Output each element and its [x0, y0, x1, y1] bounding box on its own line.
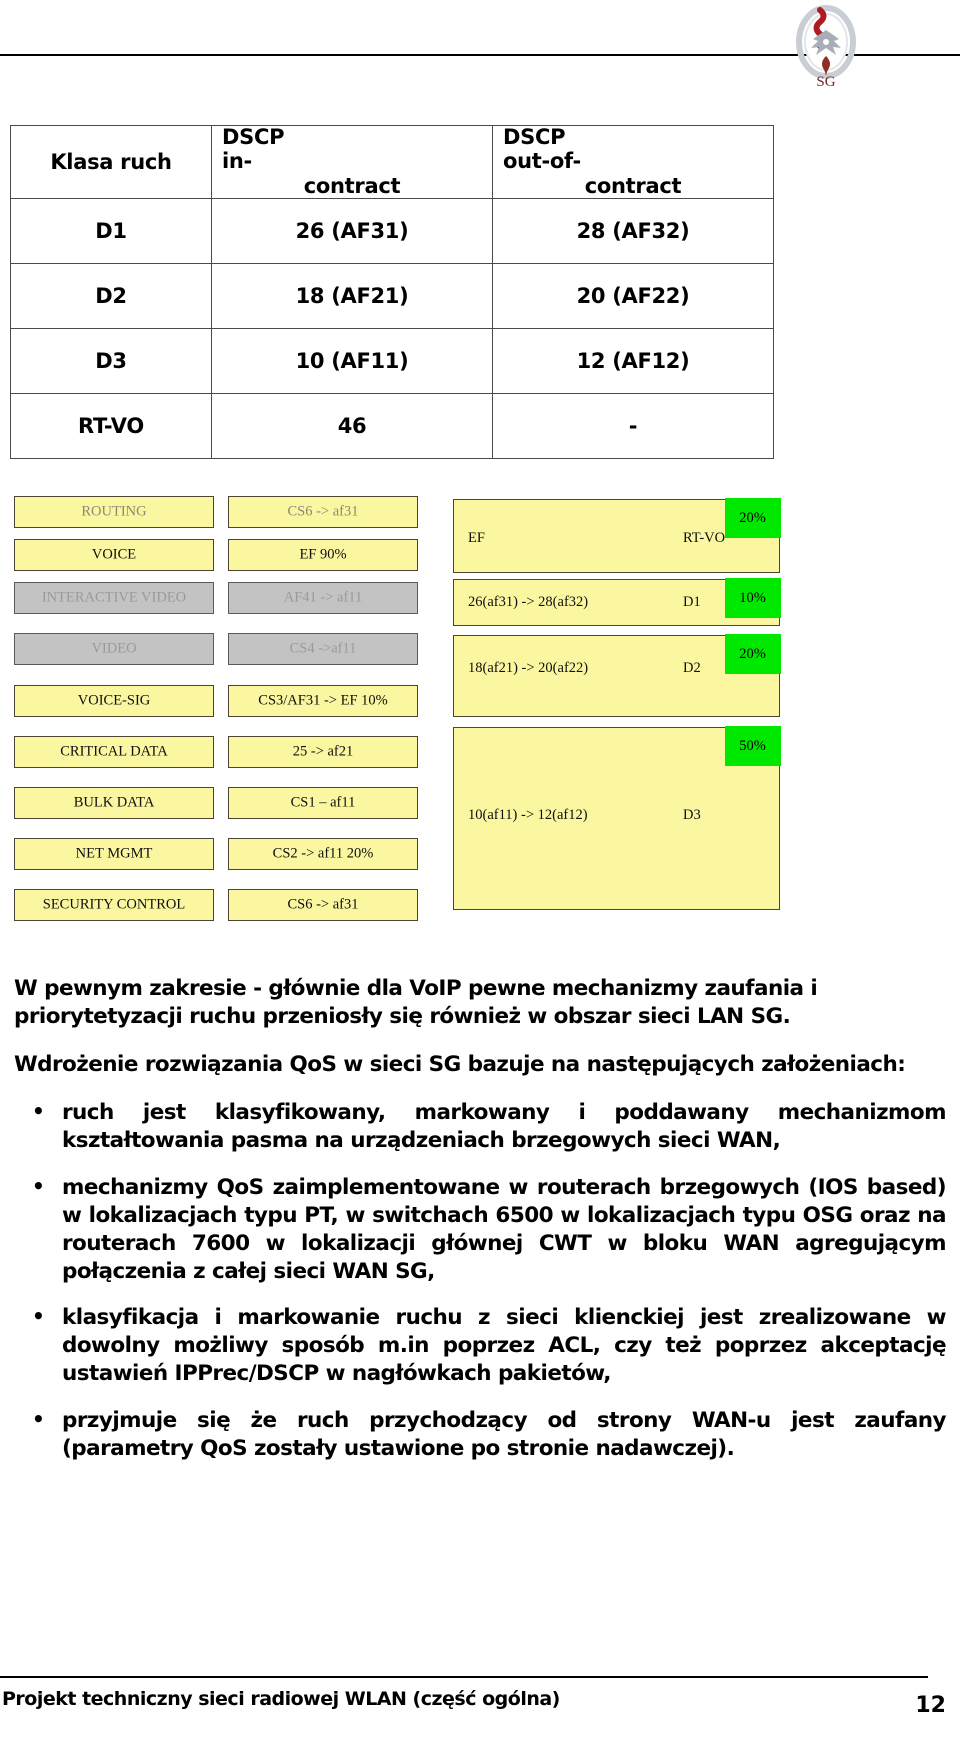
assumptions-bullet-list: ruch jest klasyfikowany, markowany i pod…: [14, 1098, 947, 1463]
class-box-mapping-label: 26(af31) -> 28(af32): [468, 594, 589, 610]
dscp-mapping-box-security-control: CS6 -> af31: [228, 889, 418, 921]
cell-out-of-contract: 28 (AF32): [492, 198, 774, 264]
class-box-rt-vo: EF RT-VO 20%: [453, 498, 781, 573]
traffic-class-label: CRITICAL DATA: [60, 743, 168, 760]
traffic-class-label: INTERACTIVE VIDEO: [41, 589, 187, 606]
qos-mapping-diagram: ROUTING VOICE INTERACTIVE VIDEO VIDEO VO…: [0, 488, 960, 948]
traffic-class-box-critical-data: CRITICAL DATA: [14, 736, 214, 768]
dscp-mapping-box-interactive-video: AF41 -> af11: [228, 582, 418, 614]
footer-page-number: 12: [915, 1693, 946, 1718]
page-header: SG: [0, 0, 960, 100]
traffic-class-box-net-mgmt: NET MGMT: [14, 838, 214, 870]
class-box-d1: 26(af31) -> 28(af32) D1 10%: [453, 578, 781, 626]
cell-klasa: D1: [10, 198, 212, 264]
class-box-class-label: D1: [683, 594, 701, 610]
traffic-class-box-voice-sig: VOICE-SIG: [14, 685, 214, 717]
paragraph-voip-lan: W pewnym zakresie - głównie dla VoIP pew…: [14, 976, 818, 1029]
list-item: mechanizmy QoS zaimplementowane w router…: [14, 1173, 947, 1286]
cell-out-of-contract: 20 (AF22): [492, 263, 774, 329]
dscp-mapping-label: CS2 -> af11 20%: [272, 845, 374, 862]
header-line-3: contract: [584, 173, 682, 198]
traffic-class-label: ROUTING: [81, 503, 147, 520]
svg-text:SG: SG: [816, 74, 835, 90]
header-line-2: in-: [222, 149, 252, 173]
dscp-mapping-label: CS6 -> af31: [287, 896, 359, 913]
dscp-mapping-label: EF 90%: [299, 546, 347, 563]
traffic-class-label: BULK DATA: [73, 794, 155, 811]
cell-in-contract: 10 (AF11): [211, 328, 493, 394]
paragraph-qos-assumptions-intro: Wdrożenie rozwiązania QoS w sieci SG baz…: [14, 1051, 906, 1077]
traffic-class-box-video: VIDEO: [14, 633, 214, 665]
traffic-class-label: NET MGMT: [75, 845, 153, 862]
dscp-mapping-box-bulk-data: CS1 – af11: [228, 787, 418, 819]
cell-in-contract: 46: [211, 393, 493, 459]
dscp-mapping-box-routing: CS6 -> af31: [228, 496, 418, 528]
table-row: RT-VO 46 -: [10, 393, 774, 459]
class-box-percent-badge: 50%: [724, 726, 781, 767]
class-box-mapping-label: 18(af21) -> 20(af22): [468, 660, 589, 676]
dscp-mapping-label: 25 -> af21: [292, 743, 354, 760]
class-box-mapping-label: 10(af11) -> 12(af12): [468, 807, 588, 823]
traffic-class-label: VOICE-SIG: [77, 692, 151, 709]
class-box-class-label: RT-VO: [683, 530, 726, 546]
cell-in-contract: 18 (AF21): [211, 263, 493, 329]
header-line-1: DSCP: [222, 125, 285, 150]
table-row: D1 26 (AF31) 28 (AF32): [10, 198, 774, 264]
class-box-d2: 18(af21) -> 20(af22) D2 20%: [453, 634, 781, 717]
dscp-mapping-box-voice-sig: CS3/AF31 -> EF 10%: [228, 685, 418, 717]
table-row: D2 18 (AF21) 20 (AF22): [10, 263, 774, 329]
dscp-mapping-label: CS6 -> af31: [287, 503, 359, 520]
dscp-mapping-label: CS4 ->af11: [289, 640, 357, 657]
table-body: Klasa ruch DSCP in- contract DSCP out-of…: [10, 125, 774, 459]
class-box-percent-badge: 20%: [724, 498, 781, 539]
traffic-class-label: VOICE: [91, 546, 137, 563]
class-box-percent-badge: 20%: [724, 634, 781, 675]
dscp-mapping-label: CS3/AF31 -> EF 10%: [258, 692, 388, 709]
cell-out-of-contract: 12 (AF12): [492, 328, 774, 394]
cell-out-of-contract: -: [492, 393, 774, 459]
dscp-mapping-box-voice: EF 90%: [228, 539, 418, 571]
column-header-dscp-out-of-contract: DSCP out-of- contract: [492, 125, 774, 199]
column-header-klasa-ruch: Klasa ruch: [10, 125, 212, 199]
cell-klasa: D2: [10, 263, 212, 329]
cell-klasa: D3: [10, 328, 212, 394]
dscp-mapping-box-net-mgmt: CS2 -> af11 20%: [228, 838, 418, 870]
class-box-d3: 10(af11) -> 12(af12) D3 50%: [453, 726, 781, 910]
class-box-percent-badge: 10%: [724, 578, 781, 619]
table-row: D3 10 (AF11) 12 (AF12): [10, 328, 774, 394]
traffic-class-box-voice: VOICE: [14, 539, 214, 571]
dscp-mapping-table: Klasa ruch DSCP in- contract DSCP out-of…: [10, 125, 774, 459]
header-line-1: DSCP: [503, 125, 566, 150]
list-item: klasyfikacja i markowanie ruchu z sieci …: [14, 1303, 947, 1388]
header-line-2: out-of-: [503, 149, 581, 173]
dscp-mapping-label: AF41 -> af11: [283, 589, 363, 606]
cell-in-contract: 26 (AF31): [211, 198, 493, 264]
traffic-class-label: VIDEO: [91, 640, 137, 657]
list-item: przyjmuje się że ruch przychodzący od st…: [14, 1406, 947, 1463]
dscp-mapping-box-critical-data: 25 -> af21: [228, 736, 418, 768]
footer-document-title: Projekt techniczny sieci radiowej WLAN (…: [2, 1688, 560, 1710]
table-header-row: Klasa ruch DSCP in- contract DSCP out-of…: [10, 125, 774, 199]
traffic-class-label: SECURITY CONTROL: [42, 896, 186, 913]
polish-emblem-logo: SG: [790, 2, 862, 92]
dscp-mapping-label: CS1 – af11: [290, 794, 356, 811]
traffic-class-box-bulk-data: BULK DATA: [14, 787, 214, 819]
traffic-class-box-security-control: SECURITY CONTROL: [14, 889, 214, 921]
class-box-class-label: D3: [683, 807, 701, 823]
traffic-class-box-routing: ROUTING: [14, 496, 214, 528]
footer-divider: [0, 1676, 928, 1678]
cell-klasa: RT-VO: [10, 393, 212, 459]
class-box-mapping-label: EF: [468, 530, 485, 546]
column-header-dscp-in-contract: DSCP in- contract: [211, 125, 493, 199]
traffic-class-box-interactive-video: INTERACTIVE VIDEO: [14, 582, 214, 614]
header-line-3: contract: [303, 173, 401, 198]
body-content: W pewnym zakresie - głównie dla VoIP pew…: [14, 975, 947, 1463]
class-box-class-label: D2: [683, 660, 701, 676]
dscp-mapping-box-video: CS4 ->af11: [228, 633, 418, 665]
list-item: ruch jest klasyfikowany, markowany i pod…: [14, 1098, 947, 1155]
